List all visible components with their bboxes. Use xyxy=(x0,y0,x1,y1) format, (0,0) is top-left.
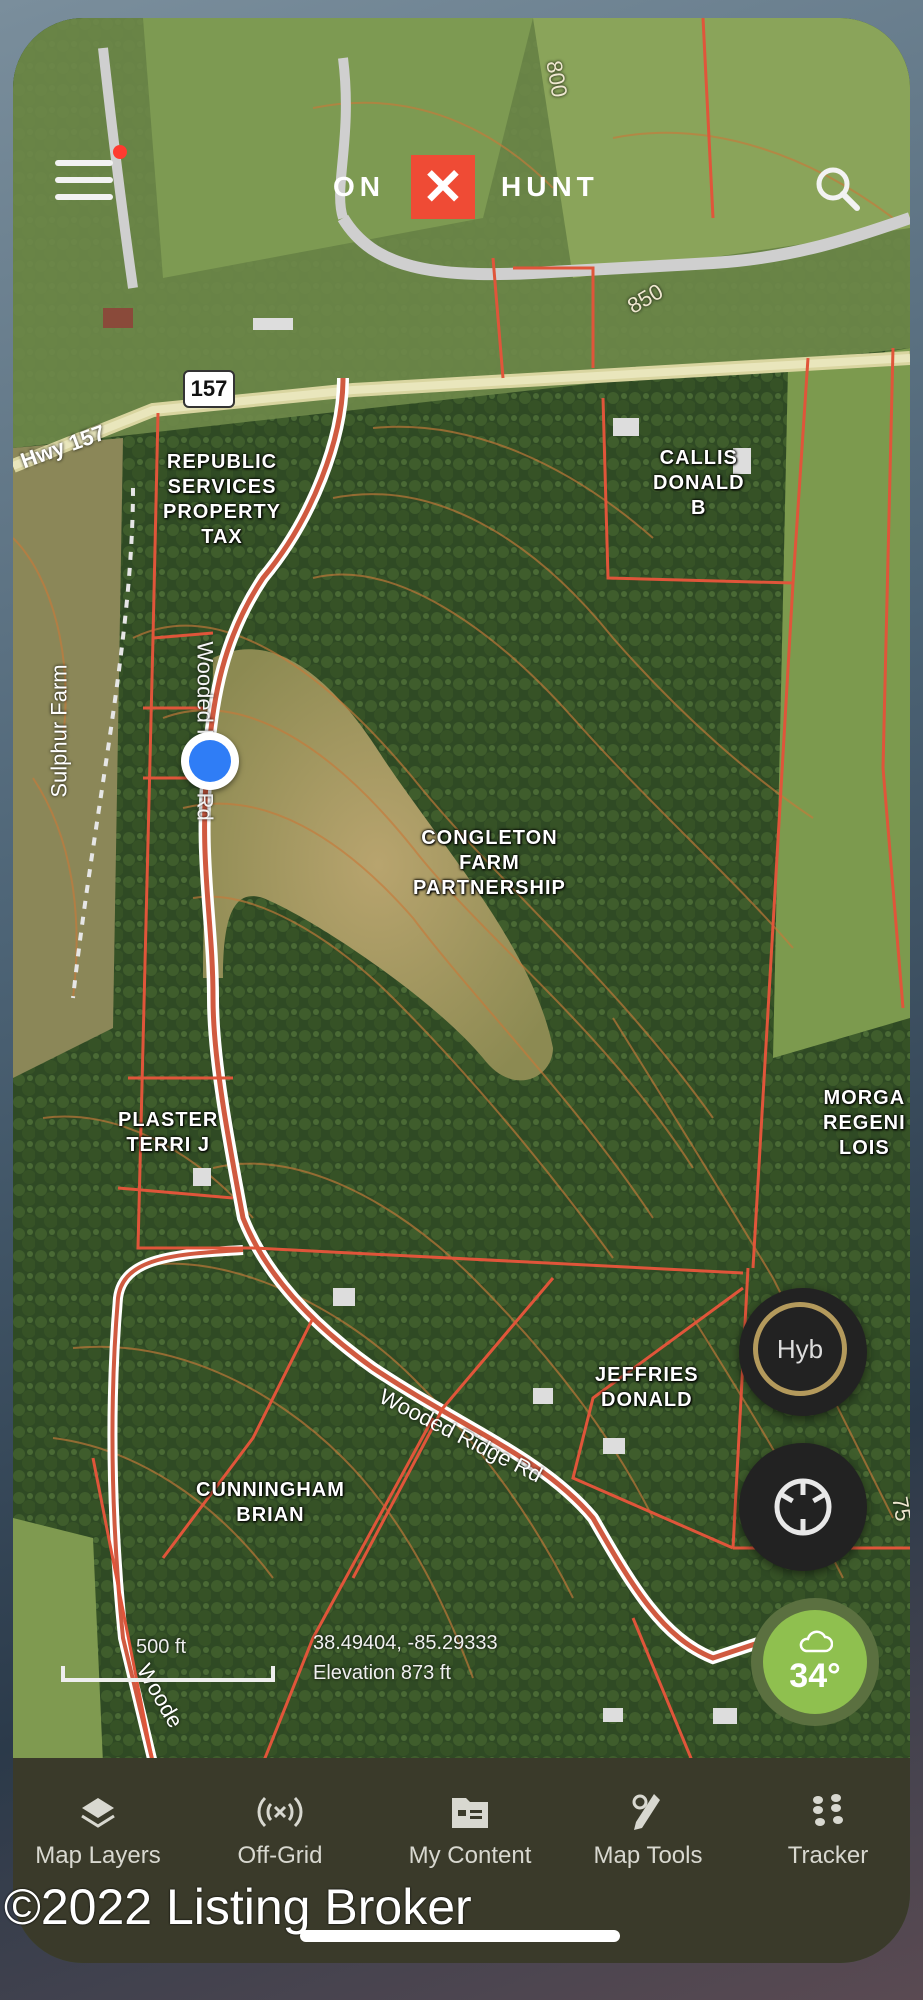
home-indicator[interactable] xyxy=(300,1930,620,1942)
contour-label-75: 75 xyxy=(887,1494,910,1524)
basemap-label: Hyb xyxy=(776,1333,824,1364)
coordinates-readout: 38.49404, -85.29333 Elevation 873 ft xyxy=(313,1628,498,1688)
copyright-watermark: ©2022 Listing Broker xyxy=(4,1879,472,1935)
highway-shield-number: 157 xyxy=(190,376,228,401)
logo-text-on: ON xyxy=(333,171,385,202)
onx-hunt-logo: ON ✕ HUNT xyxy=(333,154,599,220)
parcel-label-morgan-regeni[interactable]: MORGA REGENI LOIS xyxy=(823,1086,906,1161)
tab-label: Off-Grid xyxy=(237,1842,323,1869)
partly-cloudy-icon xyxy=(799,1630,833,1652)
tracker-icon xyxy=(813,1794,843,1826)
parcel-label-callis-donald[interactable]: CALLIS DONALD B xyxy=(653,446,745,521)
parcel-label-congleton-farm[interactable]: CONGLETON FARM PARTNERSHIP xyxy=(413,826,566,901)
logo-mark: ✕ xyxy=(411,155,475,219)
parcel-label-republic-services[interactable]: REPUBLIC SERVICES PROPERTY TAX xyxy=(163,450,281,550)
app-header: ON ✕ HUNT xyxy=(13,18,910,219)
tab-label: My Content xyxy=(408,1842,532,1869)
search-icon xyxy=(816,167,860,211)
tab-tracker[interactable]: Tracker xyxy=(743,1790,910,1870)
menu-button[interactable] xyxy=(55,160,113,206)
basemap-toggle-button[interactable]: Hyb xyxy=(739,1288,867,1416)
parcel-label-jeffries-donald[interactable]: JEFFRIES DONALD xyxy=(595,1363,699,1413)
notification-dot xyxy=(113,145,127,159)
map-tools-icon xyxy=(632,1794,660,1830)
parcel-label-plaster-terri[interactable]: PLASTER TERRI J xyxy=(118,1108,218,1158)
current-location-dot xyxy=(181,732,239,790)
compass-recenter-button[interactable] xyxy=(739,1443,867,1571)
road-label-sulphur-farm: Sulphur Farm xyxy=(46,664,72,798)
logo-text-hunt: HUNT xyxy=(501,171,599,202)
highway-shield: 157 xyxy=(183,370,235,408)
coordinates-text: 38.49404, -85.29333 xyxy=(313,1632,498,1654)
tab-label: Tracker xyxy=(787,1842,869,1869)
phone-screen: Hwy 157 157 Sulphur Farm Wooded Ridge Rd… xyxy=(13,18,910,1963)
recenter-icon xyxy=(774,1478,832,1536)
tab-label: Map Tools xyxy=(593,1842,703,1869)
search-button[interactable] xyxy=(813,164,861,212)
folder-icon xyxy=(452,1798,488,1828)
elevation-text: Elevation 873 ft xyxy=(313,1662,451,1684)
weather-button[interactable]: 34° xyxy=(751,1598,879,1726)
scale-bar-label: 500 ft xyxy=(136,1636,187,1658)
tab-my-content[interactable]: My Content xyxy=(385,1790,555,1870)
tab-map-tools[interactable]: Map Tools xyxy=(563,1790,733,1870)
off-grid-icon xyxy=(257,1796,303,1828)
road-label-wooded-ridge-upper: Wooded Ridge Rd xyxy=(192,641,218,821)
scale-bar xyxy=(61,1666,275,1682)
layers-icon xyxy=(81,1798,115,1828)
tab-map-layers[interactable]: Map Layers xyxy=(13,1790,183,1870)
parcel-label-cunningham-brian[interactable]: CUNNINGHAM BRIAN xyxy=(196,1478,345,1528)
tab-label: Map Layers xyxy=(35,1842,161,1869)
tab-off-grid[interactable]: Off-Grid xyxy=(195,1790,365,1870)
temperature-text: 34° xyxy=(789,1656,841,1695)
